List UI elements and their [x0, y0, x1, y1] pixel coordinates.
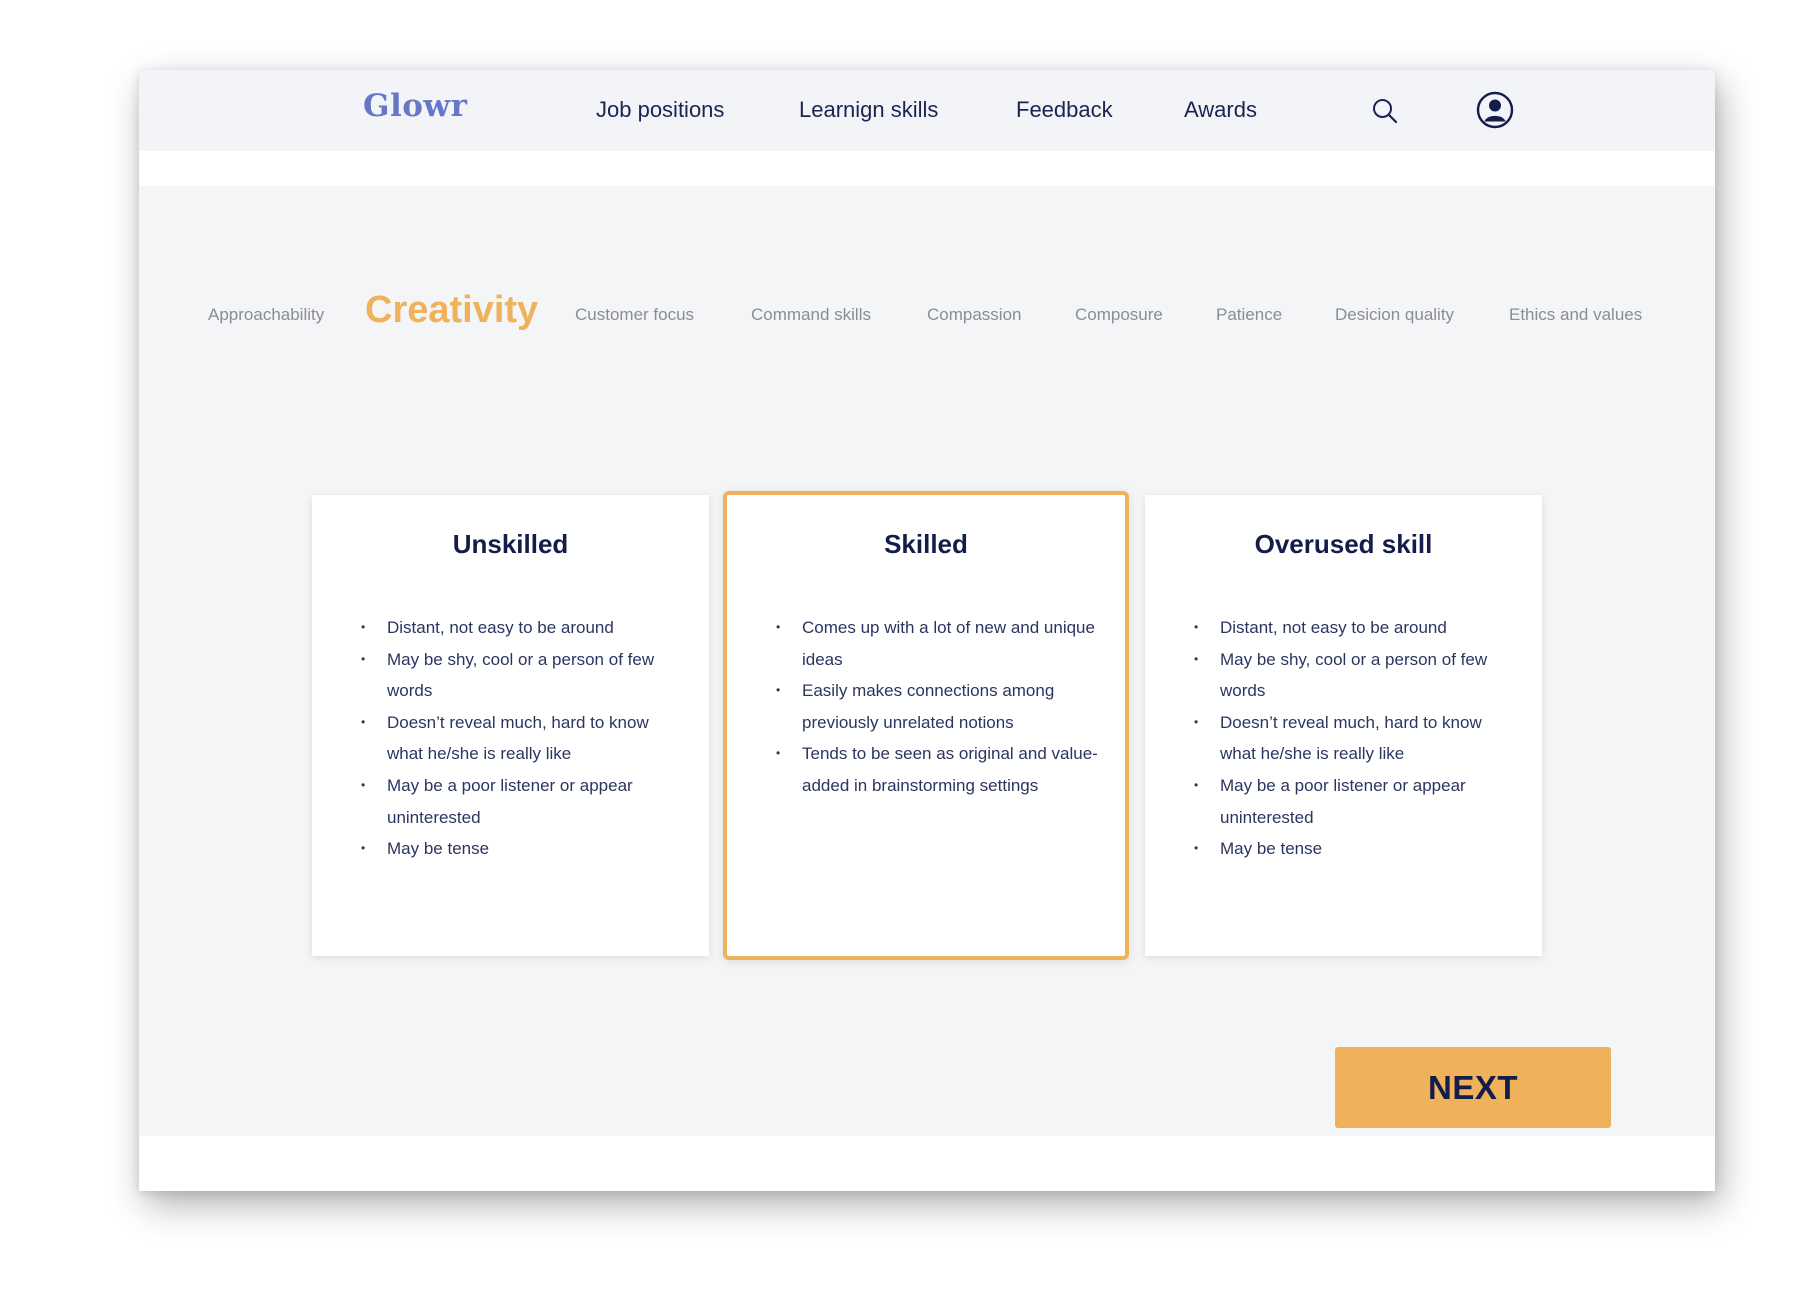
- card-unskilled[interactable]: Unskilled Distant, not easy to be around…: [312, 495, 709, 956]
- main-content: Approachability Creativity Customer focu…: [139, 186, 1715, 1136]
- card-title: Skilled: [884, 529, 968, 559]
- nav-item-feedback[interactable]: Feedback: [1016, 97, 1113, 123]
- list-item: May be tense: [361, 833, 687, 865]
- skill-tab-composure[interactable]: Composure: [1075, 305, 1163, 325]
- list-item: May be tense: [1194, 833, 1520, 865]
- skill-tab-ethics-and-values[interactable]: Ethics and values: [1509, 305, 1642, 325]
- card-bullet-list: Comes up with a lot of new and unique id…: [776, 612, 1102, 802]
- card-skilled[interactable]: Skilled Comes up with a lot of new and u…: [723, 491, 1129, 960]
- card-bullet-list: Distant, not easy to be around May be sh…: [361, 612, 687, 865]
- search-icon[interactable]: [1371, 97, 1399, 125]
- next-button[interactable]: NEXT: [1335, 1047, 1611, 1128]
- list-item: May be shy, cool or a person of few word…: [1194, 644, 1520, 707]
- list-item: Doesn’t reveal much, hard to know what h…: [361, 707, 687, 770]
- top-navigation-bar: Glowr Job positions Learnign skills Feed…: [139, 70, 1715, 151]
- list-item: Easily makes connections among previousl…: [776, 675, 1102, 738]
- skill-tab-patience[interactable]: Patience: [1216, 305, 1282, 325]
- list-item: Distant, not easy to be around: [1194, 612, 1520, 644]
- card-bullet-list: Distant, not easy to be around May be sh…: [1194, 612, 1520, 865]
- skill-tab-approachability[interactable]: Approachability: [208, 305, 324, 325]
- skill-tab-creativity[interactable]: Creativity: [365, 289, 538, 332]
- app-window: Glowr Job positions Learnign skills Feed…: [139, 70, 1715, 1191]
- list-item: May be a poor listener or appear uninter…: [1194, 770, 1520, 833]
- user-profile-icon[interactable]: [1476, 91, 1514, 129]
- nav-item-awards[interactable]: Awards: [1184, 97, 1257, 123]
- skill-tab-customer-focus[interactable]: Customer focus: [575, 305, 694, 325]
- list-item: May be shy, cool or a person of few word…: [361, 644, 687, 707]
- card-title: Unskilled: [452, 529, 569, 559]
- skill-tab-compassion[interactable]: Compassion: [927, 305, 1022, 325]
- list-item: May be a poor listener or appear uninter…: [361, 770, 687, 833]
- logo[interactable]: Glowr: [363, 88, 467, 124]
- skill-tab-decision-quality[interactable]: Desicion quality: [1335, 305, 1454, 325]
- card-overused-skill[interactable]: Overused skill Distant, not easy to be a…: [1145, 495, 1542, 956]
- skill-tab-command-skills[interactable]: Command skills: [751, 305, 871, 325]
- list-item: Doesn’t reveal much, hard to know what h…: [1194, 707, 1520, 770]
- nav-item-learning-skills[interactable]: Learnign skills: [799, 97, 938, 123]
- list-item: Distant, not easy to be around: [361, 612, 687, 644]
- card-title: Overused skill: [1254, 529, 1433, 559]
- list-item: Comes up with a lot of new and unique id…: [776, 612, 1102, 675]
- nav-item-job-positions[interactable]: Job positions: [596, 97, 724, 123]
- list-item: Tends to be seen as original and value-a…: [776, 738, 1102, 801]
